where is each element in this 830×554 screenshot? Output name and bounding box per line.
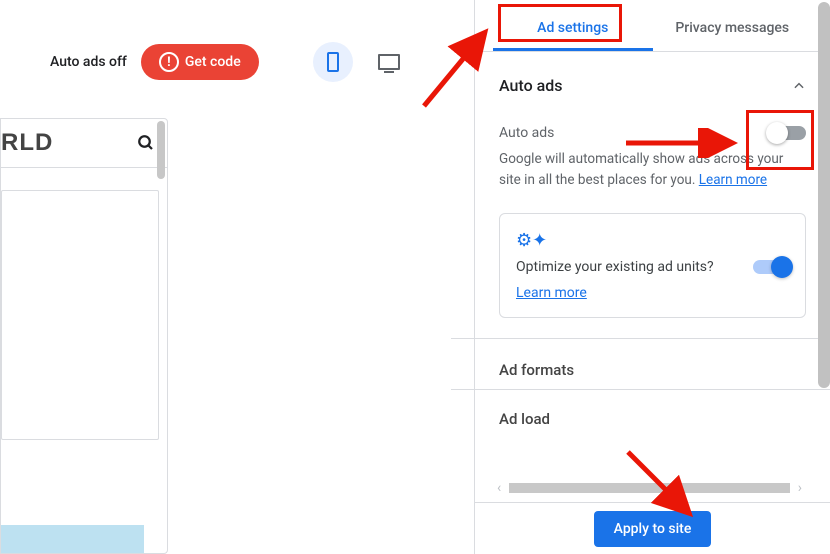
desktop-device-button[interactable] bbox=[369, 42, 409, 82]
desktop-icon bbox=[378, 54, 400, 70]
ad-formats-header[interactable]: Ad formats bbox=[475, 339, 830, 389]
preview-scrollbar[interactable] bbox=[157, 121, 165, 179]
get-code-button[interactable]: ! Get code bbox=[141, 44, 259, 80]
ad-load-header[interactable]: Ad load bbox=[475, 390, 830, 434]
apply-to-site-button[interactable]: Apply to site bbox=[594, 511, 712, 547]
hscroll-track[interactable] bbox=[509, 483, 790, 493]
chevron-left-icon[interactable]: ‹ bbox=[493, 480, 505, 496]
preview-ad-banner bbox=[1, 525, 144, 553]
auto-ads-toggle[interactable] bbox=[770, 126, 806, 140]
auto-ads-section: Auto ads Auto ads Google will automatica… bbox=[475, 52, 830, 318]
phone-icon bbox=[327, 52, 339, 72]
search-icon[interactable] bbox=[137, 134, 155, 152]
panel-scrollbar[interactable] bbox=[818, 2, 830, 388]
auto-ads-toggle-row: Auto ads bbox=[499, 107, 806, 149]
top-controls: Auto ads off ! Get code bbox=[0, 0, 468, 82]
panel-footer: Apply to site bbox=[475, 502, 830, 554]
gear-sparkle-icon: ⚙✦ bbox=[516, 230, 789, 251]
mobile-device-button[interactable] bbox=[313, 42, 353, 82]
site-preview: RLD bbox=[0, 118, 168, 554]
learn-more-link[interactable]: Learn more bbox=[699, 172, 767, 188]
preview-header: RLD bbox=[1, 119, 167, 168]
auto-ads-title: Auto ads bbox=[499, 76, 563, 95]
preview-pane: Auto ads off ! Get code RLD bbox=[0, 0, 468, 554]
preview-site-title: RLD bbox=[1, 129, 53, 157]
auto-ads-status-label: Auto ads off bbox=[50, 54, 127, 70]
optimize-toggle[interactable] bbox=[753, 260, 789, 274]
preview-content-box bbox=[1, 190, 159, 440]
settings-panel: Ad settings Privacy messages Auto ads Au… bbox=[474, 0, 830, 554]
auto-ads-help-text: Google will automatically show ads acros… bbox=[499, 149, 806, 203]
device-switcher bbox=[313, 42, 409, 82]
tab-privacy-messages[interactable]: Privacy messages bbox=[653, 8, 813, 51]
optimize-card: ⚙✦ Optimize your existing ad units? Lear… bbox=[499, 213, 806, 318]
auto-ads-header[interactable]: Auto ads bbox=[499, 52, 806, 107]
horizontal-scroll[interactable]: ‹ › bbox=[493, 480, 806, 496]
chevron-up-icon bbox=[792, 79, 806, 93]
get-code-label: Get code bbox=[185, 54, 241, 70]
optimize-learn-more-link[interactable]: Learn more bbox=[516, 285, 587, 301]
optimize-label: Optimize your existing ad units? bbox=[516, 259, 714, 275]
alert-icon: ! bbox=[159, 52, 179, 72]
auto-ads-row-label: Auto ads bbox=[499, 125, 554, 141]
chevron-right-icon[interactable]: › bbox=[794, 480, 806, 496]
tab-ad-settings[interactable]: Ad settings bbox=[493, 8, 653, 51]
panel-tabs: Ad settings Privacy messages bbox=[475, 8, 830, 52]
